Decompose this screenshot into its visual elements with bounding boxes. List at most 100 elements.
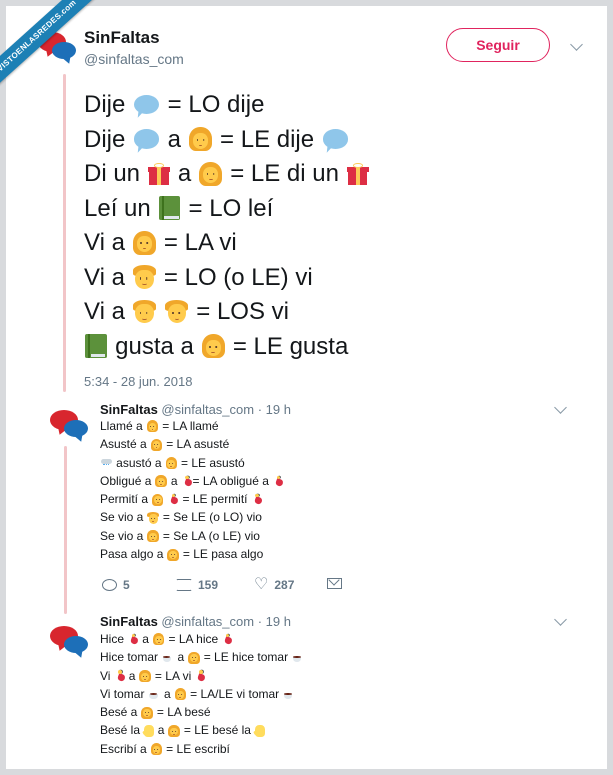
text-segment: = Se LA (o LE) vio [159, 528, 260, 543]
boy-emoji-icon [133, 265, 156, 289]
text-segment: = LA vi [157, 229, 237, 256]
reply-author-name[interactable]: SinFaltas [100, 402, 158, 417]
text-segment: = LE hice tomar [200, 650, 292, 665]
text-segment: Pasa algo a [100, 547, 167, 562]
text-segment: = LE pasa algo [179, 547, 264, 562]
text-segment: = LA llamé [158, 419, 219, 433]
gift-emoji-icon [148, 163, 170, 185]
text-segment: a [167, 473, 181, 488]
text-segment: = LO leí [181, 194, 274, 222]
reply-time[interactable]: · 19 h [258, 402, 291, 417]
text-segment: a [174, 650, 188, 665]
storm-emoji-icon [100, 458, 112, 468]
text-segment: a [138, 632, 153, 646]
reply-author-handle[interactable]: @sinfaltas_com [161, 614, 254, 629]
text-segment: a [154, 723, 168, 738]
chevron-down-icon[interactable] [570, 38, 583, 51]
text-line: gusta a = LE gusta [84, 330, 370, 365]
woman-emoji-icon [146, 420, 159, 433]
text-segment: = LA asusté [162, 437, 230, 452]
reply-count: 5 [123, 578, 130, 592]
text-segment: Besé a [100, 705, 141, 720]
text-segment: = LO (o LE) vi [157, 263, 313, 291]
retweet-button[interactable]: 159 [176, 578, 218, 592]
text-line: Llamé a = LA llamé [100, 417, 284, 435]
dancer-emoji-icon [273, 475, 283, 487]
text-line: Vi a = LA vi [84, 226, 370, 261]
dancer-emoji-icon [195, 670, 205, 681]
avatar[interactable] [50, 624, 90, 658]
text-segment: Llamé a [100, 419, 147, 433]
woman-emoji-icon [199, 161, 223, 186]
text-segment: Asusté a [100, 437, 151, 452]
text-segment: Obligué a [100, 473, 155, 488]
hand-emoji-icon [144, 725, 154, 737]
text-segment: = LA obligué a [192, 473, 273, 488]
hand-emoji-icon [255, 725, 265, 737]
text-segment: a [125, 668, 139, 683]
text-segment: = LE dije [213, 125, 321, 153]
text-line: Besé a = LA besé [100, 703, 304, 721]
text-line: Dije = LO dije [84, 88, 370, 123]
woman-emoji-icon [188, 651, 200, 664]
text-segment: Vi [100, 668, 114, 683]
text-segment: = LO dije [161, 91, 265, 118]
like-button[interactable]: ♡ 287 [254, 576, 294, 593]
chevron-down-icon[interactable] [554, 401, 567, 414]
text-line: Vi a = LA vi [100, 667, 304, 685]
text-line: asustó a = LE asustó [100, 454, 284, 472]
follow-button[interactable]: Seguir [446, 28, 550, 62]
woman-emoji-icon [141, 706, 153, 719]
woman-emoji-icon [167, 548, 179, 561]
text-segment: = LE permití [179, 492, 251, 507]
retweet-count: 159 [198, 578, 219, 592]
text-segment: Besé la [100, 723, 144, 738]
text-line: Dije a = LE dije [84, 123, 370, 158]
tweet-body: Dije = LO dije Dije a = LE dije Di un a =… [84, 88, 370, 364]
text-line: Obligué a a = LA obligué a [100, 472, 284, 490]
text-segment: Dije [84, 91, 133, 118]
woman-emoji-icon [152, 493, 164, 506]
text-segment: Hice [100, 632, 128, 646]
text-segment: = LA besé [153, 705, 211, 720]
speech-bubble-emoji-icon [322, 129, 348, 149]
text-line: Asusté a = LA asusté [100, 435, 284, 453]
reply-time[interactable]: · 19 h [258, 614, 291, 629]
heart-icon: ♡ [254, 576, 269, 593]
text-segment: = LE besé la [180, 723, 255, 738]
dancer-emoji-icon [128, 633, 138, 645]
author-name[interactable]: SinFaltas [84, 28, 160, 48]
speech-bubble-emoji-icon [133, 94, 160, 115]
author-handle[interactable]: @sinfaltas_com [84, 51, 184, 67]
text-segment [164, 492, 167, 506]
text-segment: Se vio a [100, 528, 147, 543]
reply-body: Hice a = LA hice Hice tomar a = LE hice … [100, 630, 304, 758]
speech-bubble-emoji-icon [133, 129, 160, 149]
message-button[interactable] [327, 578, 342, 589]
reply-author-handle[interactable]: @sinfaltas_com [161, 402, 254, 417]
text-segment: gusta a [108, 332, 201, 360]
text-segment: = LA vi [151, 668, 195, 683]
coffee-emoji-icon [149, 689, 160, 699]
text-segment: a [171, 160, 198, 187]
text-segment: = Se LE (o LO) vio [159, 510, 262, 525]
text-line: Pasa algo a = LE pasa algo [100, 545, 284, 563]
reply-button[interactable]: 5 [102, 578, 130, 592]
avatar[interactable] [50, 408, 90, 442]
text-line: Vi a = LOS vi [84, 295, 370, 330]
thread-line [63, 74, 66, 392]
dancer-emoji-icon [168, 493, 178, 505]
reply-icon [102, 579, 117, 591]
book-emoji-icon [158, 196, 181, 221]
text-line: Se vio a = Se LE (o LO) vio [100, 508, 284, 526]
woman-emoji-icon [201, 334, 225, 359]
dancer-emoji-icon [222, 633, 232, 645]
woman-emoji-icon [153, 633, 165, 646]
envelope-icon [327, 578, 342, 589]
gift-emoji-icon [347, 163, 369, 185]
woman-emoji-icon [133, 230, 156, 255]
reply-author-name[interactable]: SinFaltas [100, 614, 158, 629]
chevron-down-icon[interactable] [554, 613, 567, 626]
tweet-timestamp[interactable]: 5:34 - 28 jun. 2018 [84, 374, 192, 389]
text-line: Vi a = LO (o LE) vi [84, 261, 370, 296]
